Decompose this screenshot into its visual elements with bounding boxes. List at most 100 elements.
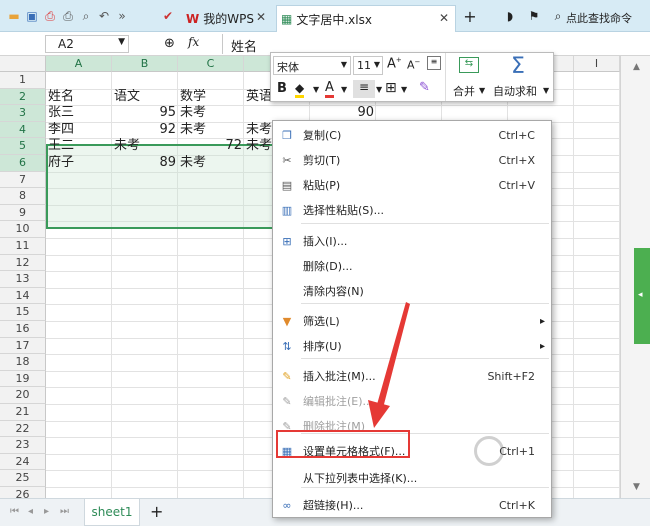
font-size-select[interactable]: 11 ▼: [353, 56, 383, 75]
new-tab-icon[interactable]: +: [462, 7, 478, 26]
font-grow-icon[interactable]: A+: [387, 56, 402, 71]
wps-tool-icon[interactable]: ✔: [160, 8, 176, 24]
cell-c3[interactable]: 未考: [178, 105, 244, 122]
row-header[interactable]: 25: [0, 470, 46, 487]
chevron-down-icon[interactable]: ▼: [374, 60, 380, 69]
fx-icon[interactable]: fx: [188, 35, 199, 49]
chevron-down-icon[interactable]: ▼: [118, 37, 125, 47]
cell-b3[interactable]: 95: [112, 105, 178, 122]
cell-a5[interactable]: 王二: [46, 138, 112, 155]
font-color-icon[interactable]: A: [325, 80, 334, 98]
folder-icon[interactable]: ▬: [6, 8, 22, 24]
menu-item[interactable]: ✂ 剪切(T) Ctrl+X: [273, 148, 551, 172]
column-header[interactable]: A: [46, 56, 112, 72]
menu-item[interactable]: ❐ 复制(C) Ctrl+C: [273, 123, 551, 147]
flag-icon[interactable]: ⚑: [526, 8, 542, 24]
row-header[interactable]: 24: [0, 453, 46, 471]
row-header[interactable]: 6: [0, 155, 46, 172]
row-header[interactable]: 17: [0, 337, 46, 355]
close-tab-icon[interactable]: ✕: [439, 11, 449, 25]
undo-icon[interactable]: ↶: [96, 8, 112, 24]
close-tab-icon[interactable]: ✕: [256, 10, 266, 24]
formula-input[interactable]: 姓名: [222, 34, 650, 55]
row-header[interactable]: 2: [0, 88, 46, 106]
cell-a6[interactable]: 府子: [46, 155, 112, 172]
row-header[interactable]: 18: [0, 354, 46, 371]
menu-item[interactable]: ▤ 粘贴(P) Ctrl+V: [273, 173, 551, 197]
print-icon[interactable]: ⎙: [60, 8, 76, 24]
merge-button[interactable]: 合并: [453, 83, 475, 99]
search-icon[interactable]: ⌕: [550, 8, 566, 24]
chevron-down-icon[interactable]: ▼: [313, 85, 319, 94]
cell-c4[interactable]: 未考: [178, 122, 244, 139]
align-center-icon[interactable]: ≡: [353, 80, 375, 98]
name-box[interactable]: A2 ▼: [45, 35, 129, 53]
select-all-corner[interactable]: [0, 56, 46, 72]
preview-icon[interactable]: ⌕: [78, 8, 94, 24]
row-header[interactable]: 22: [0, 420, 46, 438]
chevron-down-icon[interactable]: ▼: [479, 86, 485, 95]
cell-b2[interactable]: 语文: [112, 89, 178, 106]
cell-b6[interactable]: 89: [112, 155, 178, 172]
row-header[interactable]: 20: [0, 387, 46, 404]
cell-a4[interactable]: 李四: [46, 122, 112, 139]
borders-icon[interactable]: ⊞: [385, 80, 397, 96]
cell-c5[interactable]: 72: [178, 138, 244, 155]
bold-icon[interactable]: B: [277, 81, 287, 96]
zoom-icon[interactable]: ⊕: [164, 36, 175, 51]
menu-item[interactable]: 删除(D)...: [273, 254, 551, 278]
chevron-down-icon[interactable]: ▼: [341, 85, 347, 94]
row-header[interactable]: 11: [0, 238, 46, 255]
cell-a2[interactable]: 姓名: [46, 89, 112, 106]
pdf-icon[interactable]: ⎙: [42, 8, 58, 24]
row-header[interactable]: 21: [0, 404, 46, 421]
sheet-nav-next-icon[interactable]: ▸: [44, 506, 49, 517]
chevron-down-icon[interactable]: ▼: [376, 85, 382, 94]
side-panel-toggle[interactable]: ◂: [634, 248, 650, 344]
font-shrink-icon[interactable]: A−: [407, 58, 420, 72]
row-header[interactable]: 26: [0, 487, 46, 498]
cell-b4[interactable]: 92: [112, 122, 178, 139]
autosum-button[interactable]: 自动求和: [493, 83, 537, 99]
row-header[interactable]: 3: [0, 105, 46, 122]
row-header[interactable]: 12: [0, 254, 46, 272]
add-sheet-icon[interactable]: +: [150, 502, 163, 521]
cell-c6[interactable]: 未考: [178, 155, 244, 172]
column-header[interactable]: I: [574, 56, 620, 72]
row-header[interactable]: 1: [0, 72, 46, 89]
column-header[interactable]: C: [178, 56, 244, 72]
merge-cells-icon[interactable]: ⇆: [459, 57, 479, 73]
more-icon[interactable]: »: [114, 8, 130, 24]
row-header[interactable]: 5: [0, 138, 46, 155]
clear-format-icon[interactable]: ≡: [427, 56, 441, 70]
sigma-icon[interactable]: Σ: [511, 54, 525, 79]
menu-item[interactable]: ▥ 选择性粘贴(S)...: [273, 198, 551, 222]
docer-icon[interactable]: ◗: [502, 8, 518, 24]
chevron-down-icon[interactable]: ▼: [401, 85, 407, 94]
chevron-down-icon[interactable]: ▼: [341, 60, 347, 69]
row-header[interactable]: 19: [0, 370, 46, 388]
row-header[interactable]: 7: [0, 171, 46, 189]
fill-color-icon[interactable]: ◆: [295, 81, 305, 98]
row-header[interactable]: 14: [0, 287, 46, 305]
chevron-down-icon[interactable]: ▼: [543, 86, 549, 95]
row-header[interactable]: 23: [0, 437, 46, 454]
row-header[interactable]: 9: [0, 204, 46, 222]
tab-document[interactable]: ▦ 文字居中.xlsx ✕: [276, 5, 456, 32]
column-header[interactable]: B: [112, 56, 178, 72]
sheet-nav-prev-icon[interactable]: ◂: [28, 506, 33, 517]
scroll-up-icon[interactable]: ▲: [633, 62, 640, 72]
row-header[interactable]: 13: [0, 271, 46, 288]
cell-a3[interactable]: 张三: [46, 105, 112, 122]
cell-b5[interactable]: 未考: [112, 138, 178, 155]
row-header[interactable]: 10: [0, 221, 46, 238]
format-painter-icon[interactable]: ✎: [419, 80, 430, 95]
command-search-label[interactable]: 点此查找命令: [566, 10, 632, 26]
sheet-tab[interactable]: sheet1: [84, 499, 140, 526]
save-icon[interactable]: ▣: [24, 8, 40, 24]
sheet-nav-last-icon[interactable]: ⏭: [60, 506, 69, 517]
font-name-select[interactable]: 宋体 ▼: [273, 56, 351, 75]
menu-item[interactable]: ⊞ 插入(I)...: [273, 229, 551, 253]
sheet-nav-first-icon[interactable]: ⏮: [10, 506, 19, 517]
row-header[interactable]: 15: [0, 304, 46, 321]
